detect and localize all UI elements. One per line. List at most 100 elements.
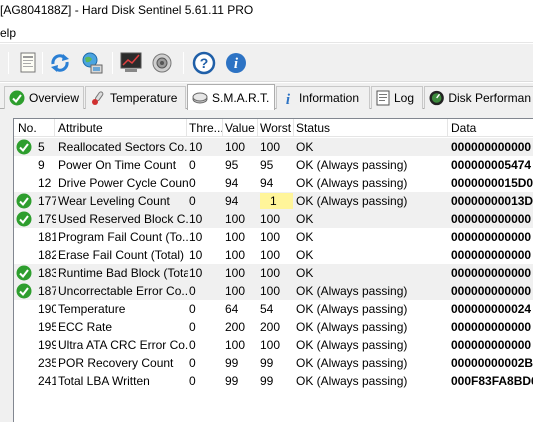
column-header-no[interactable]: No.: [18, 121, 54, 135]
cell-status: OK: [296, 266, 314, 280]
cell-status: OK: [296, 140, 314, 154]
cell-data: 000000000000: [451, 212, 532, 226]
table-row[interactable]: 187Uncorrectable Error Co...0 100 100 OK (A…: [14, 282, 533, 300]
cell-attribute: Runtime Bad Block (Total): [58, 266, 188, 280]
menu-bar: elp: [0, 21, 533, 43]
tab-overview-label: Overview: [28, 91, 79, 105]
tab-log[interactable]: Log: [371, 86, 423, 109]
ok-check-icon: [16, 283, 32, 299]
cell-value: 94: [225, 176, 239, 190]
menu-help[interactable]: elp: [0, 26, 16, 40]
table-row[interactable]: 199Ultra ATA CRC Error Co...0 100 100 OK (A…: [14, 336, 533, 354]
cell-threshold: 10: [189, 266, 203, 280]
cell-threshold: 0: [189, 338, 196, 352]
cell-value: 100: [225, 248, 246, 262]
table-row[interactable]: 12 Drive Power Cycle Count 0 94 94 OK (Always…: [14, 174, 533, 192]
cell-data: 00000000013D: [451, 194, 533, 208]
statistics-button[interactable]: [119, 50, 143, 76]
table-row[interactable]: 9 Power On Time Count 0 95 95 OK (Always pass…: [14, 156, 533, 174]
column-header-data[interactable]: Data: [451, 121, 531, 135]
table-row[interactable]: 181Program Fail Count (To...10 100 100 OK 00…: [14, 228, 533, 246]
cell-threshold: 0: [189, 320, 196, 334]
cell-data: 000000000000: [451, 266, 532, 280]
cell-value: 200: [225, 320, 246, 334]
cell-status: OK (Always passing): [296, 338, 408, 352]
info-icon: i: [286, 92, 291, 106]
table-row[interactable]: 5 Reallocated Sectors Co... 10 100 100 OK 0000…: [14, 138, 533, 156]
cell-attribute: Total LBA Written: [58, 374, 150, 388]
cell-threshold: 10: [189, 140, 203, 154]
cell-value: 100: [225, 284, 246, 298]
cell-value: 99: [225, 356, 239, 370]
column-header-attribute[interactable]: Attribute: [58, 121, 186, 135]
cell-threshold: 10: [189, 248, 203, 262]
report-button[interactable]: [16, 50, 40, 76]
column-header-value[interactable]: Value: [225, 121, 257, 135]
tab-information[interactable]: i Information: [276, 86, 370, 109]
tab-log-label: Log: [394, 91, 415, 105]
cell-attribute: Erase Fail Count (Total): [58, 248, 185, 262]
table-row[interactable]: 195ECC Rate 0 200 200 OK (Always passing) 000…: [14, 318, 533, 336]
table-row[interactable]: 241Total LBA Written 0 99 99 OK (Always pass…: [14, 372, 533, 390]
cell-status: OK (Always passing): [296, 158, 408, 172]
cell-value: 100: [225, 140, 246, 154]
report-icon: [20, 52, 36, 73]
column-header-worst[interactable]: Worst: [260, 121, 293, 135]
cell-worst: 95: [260, 158, 274, 172]
ok-check-icon: [16, 193, 32, 209]
cell-value: 100: [225, 212, 246, 226]
help-button[interactable]: ?: [192, 50, 216, 76]
cell-no: 12: [38, 176, 52, 190]
ok-check-icon: [16, 139, 32, 155]
table-row[interactable]: 179Used Reserved Block C...10 100 100 OK 000…: [14, 210, 533, 228]
cell-attribute: Power On Time Count: [58, 158, 177, 172]
tab-overview[interactable]: Overview: [4, 86, 84, 109]
refresh-button[interactable]: [48, 50, 72, 76]
cell-worst: 99: [260, 356, 274, 370]
sound-button[interactable]: [150, 50, 174, 76]
cell-attribute: Reallocated Sectors Co...: [58, 140, 188, 154]
tab-temperature[interactable]: Temperature: [85, 86, 186, 109]
cell-no: 183: [38, 266, 56, 280]
column-header-status[interactable]: Status: [296, 121, 446, 135]
table-row[interactable]: 190Temperature 0 64 54 OK (Always passing) 00…: [14, 300, 533, 318]
toolbar-separator: [112, 52, 113, 74]
table-row[interactable]: 235POR Recovery Count 0 99 99 OK (Always pas…: [14, 354, 533, 372]
cell-status: OK (Always passing): [296, 356, 408, 370]
table-row[interactable]: 182Erase Fail Count (Total) 10 100 100 OK 000…: [14, 246, 533, 264]
network-button[interactable]: [80, 50, 104, 76]
tab-disk-performance-label: Disk Performan: [448, 91, 531, 105]
help-icon: ?: [192, 51, 216, 75]
cell-threshold: 0: [189, 176, 196, 190]
info-button[interactable]: i: [224, 50, 248, 76]
cell-data: 000000000000: [451, 248, 532, 262]
tab-smart[interactable]: S.M.A.R.T.: [187, 84, 275, 110]
cell-status: OK (Always passing): [296, 284, 408, 298]
toolbar: ? i: [0, 44, 533, 82]
smart-attribute-list[interactable]: No. Attribute Thre... Value Worst Status…: [13, 118, 533, 422]
cell-data: 0000000015D0: [451, 176, 533, 190]
cell-value: 94: [225, 194, 239, 208]
title-bar: [AG804188Z] - Hard Disk Sentinel 5.61.11…: [0, 0, 533, 21]
cell-data: 000000000024: [451, 302, 532, 316]
column-header-threshold[interactable]: Thre...: [189, 121, 222, 135]
cell-threshold: 10: [189, 212, 203, 226]
cell-data: 000000005474: [451, 158, 532, 172]
cell-data: 000F83FA8BD6: [451, 374, 533, 388]
cell-worst: 100: [260, 230, 281, 244]
ok-check-icon: [16, 211, 32, 227]
cell-attribute: Ultra ATA CRC Error Co...: [58, 338, 188, 352]
table-row[interactable]: 183Runtime Bad Block (Total)10 100 100 OK 00…: [14, 264, 533, 282]
cell-attribute: Used Reserved Block C...: [58, 212, 188, 226]
cell-worst: 100: [260, 248, 281, 262]
cell-no: 241: [38, 374, 56, 388]
thermometer-icon: [92, 91, 104, 105]
table-row[interactable]: 177Wear Leveling Count 0 94 1OK (Always pas…: [14, 192, 533, 210]
cell-no: 199: [38, 338, 56, 352]
tab-disk-performance[interactable]: Disk Performan: [424, 86, 533, 109]
cell-threshold: 0: [189, 284, 196, 298]
svg-text:i: i: [286, 92, 291, 106]
window-title: [AG804188Z] - Hard Disk Sentinel 5.61.11…: [0, 3, 254, 17]
cell-status: OK: [296, 248, 314, 262]
toolbar-separator: [8, 52, 9, 74]
